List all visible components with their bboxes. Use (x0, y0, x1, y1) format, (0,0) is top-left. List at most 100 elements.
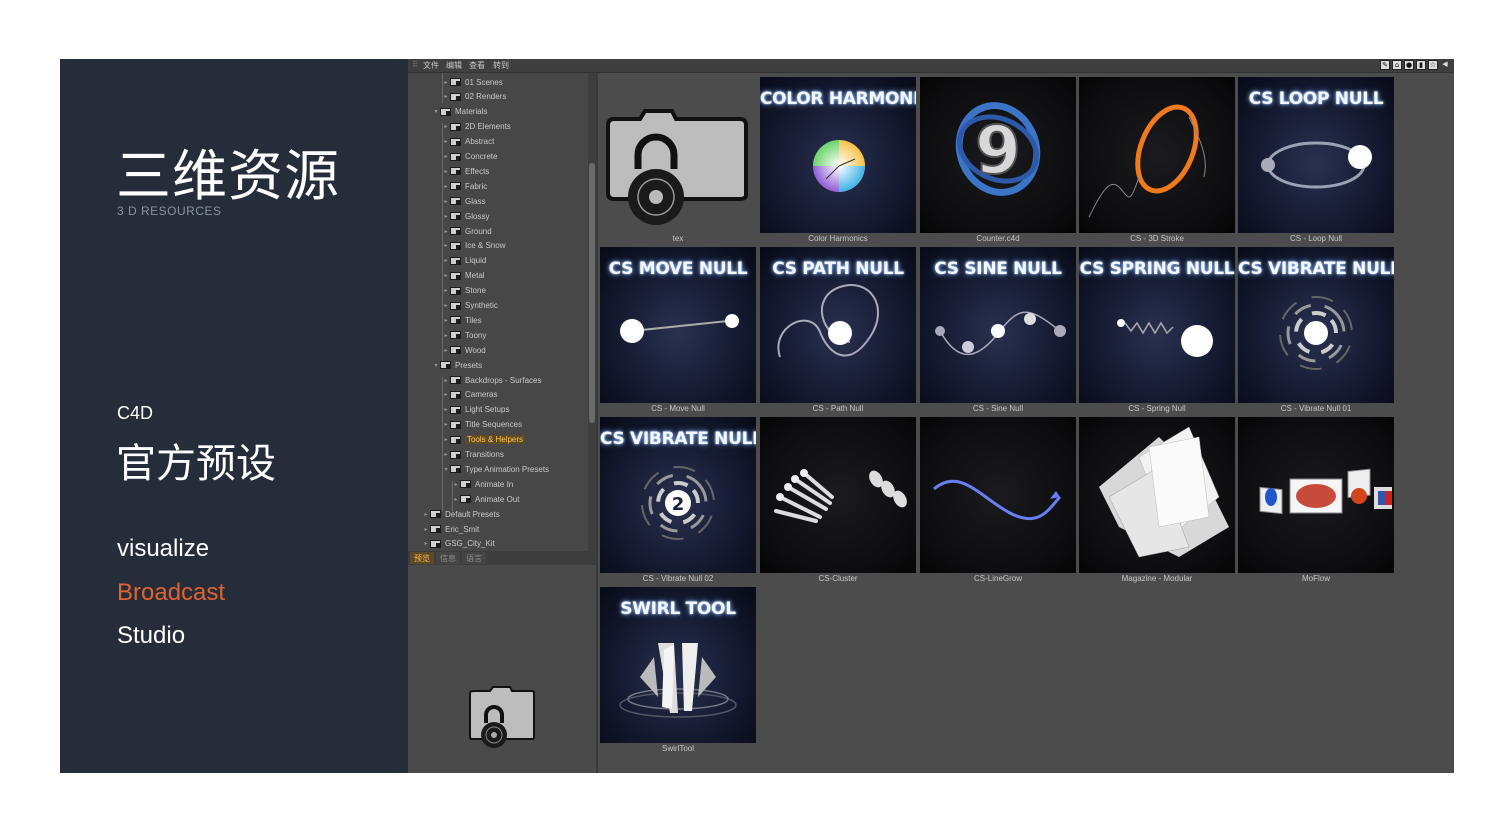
tree-item[interactable]: ▸ Default Presets (422, 507, 499, 521)
asset-thumbnail[interactable] (600, 77, 756, 233)
collapse-arrow-icon[interactable]: ▸ (442, 287, 450, 294)
asset-tile[interactable]: CS-Cluster (760, 417, 916, 587)
tree-item[interactable]: ▸ Light Setups (442, 403, 509, 417)
tree-item[interactable]: ▸ Abstract (442, 135, 494, 149)
collapse-arrow-icon[interactable]: ▸ (442, 272, 450, 279)
expand-arrow-icon[interactable]: ▾ (432, 108, 440, 115)
asset-thumbnail[interactable]: 9 (920, 77, 1076, 233)
tree-item[interactable]: ▸ Glass (442, 194, 485, 208)
edit-icon[interactable]: ✎ (1380, 60, 1390, 70)
tree-item[interactable]: ▸ Tools & Helpers (442, 433, 526, 447)
tab-info[interactable]: 信息 (436, 552, 460, 564)
tree-item[interactable]: ▸ Fabric (442, 179, 487, 193)
collapse-arrow-icon[interactable]: ▸ (442, 138, 450, 145)
tree-item[interactable]: ▸ Ground (442, 224, 491, 238)
asset-thumbnail[interactable]: 2 CS VIBRATE NULL (600, 417, 756, 573)
collapse-arrow-icon[interactable]: ▸ (442, 93, 450, 100)
menu-file[interactable]: 文件 (423, 60, 439, 71)
asset-tile[interactable]: SWIRL TOOL SwirlTool (600, 587, 756, 757)
collapse-arrow-icon[interactable]: ▸ (442, 451, 450, 458)
asset-thumbnail[interactable]: CS LOOP NULL (1238, 77, 1394, 233)
tab-language[interactable]: 语言 (462, 552, 486, 564)
asset-thumbnail[interactable]: CS PATH NULL (760, 247, 916, 403)
tree-item[interactable]: ▸ Concrete (442, 150, 497, 164)
tree-item[interactable]: ▸ Metal (442, 269, 484, 283)
tree-item[interactable]: ▾ Type Animation Presets (442, 462, 549, 476)
tree-item[interactable]: ▸ Stone (442, 284, 485, 298)
collapse-arrow-icon[interactable]: ▸ (442, 183, 450, 190)
collapse-arrow-icon[interactable]: ▸ (442, 436, 450, 443)
collapse-arrow-icon[interactable]: ▸ (442, 228, 450, 235)
asset-thumbnail[interactable]: CS SINE NULL (920, 247, 1076, 403)
collapse-arrow-icon[interactable]: ▸ (442, 347, 450, 354)
asset-tile[interactable]: CS-LineGrow (920, 417, 1076, 587)
tree-item[interactable]: ▸ GSG_City_Kit (422, 537, 494, 551)
menu-view[interactable]: 查看 (469, 60, 485, 71)
collapse-arrow-icon[interactable]: ▸ (442, 332, 450, 339)
tree-item[interactable]: ▸ Backdrops - Surfaces (442, 373, 541, 387)
asset-thumbnail[interactable]: COLOR HARMONICS (760, 77, 916, 233)
asset-tile[interactable]: MoFlow (1238, 417, 1394, 587)
menu-edit[interactable]: 编辑 (446, 60, 462, 71)
collapse-arrow-icon[interactable]: ▸ (452, 496, 460, 503)
tree-item[interactable]: ▸ Transitions (442, 448, 503, 462)
collapse-arrow-icon[interactable]: ▸ (442, 406, 450, 413)
home-icon[interactable]: ⌂ (1392, 60, 1402, 70)
collapse-arrow-icon[interactable]: ▸ (442, 421, 450, 428)
tree-item[interactable]: ▾ Presets (432, 358, 482, 372)
expand-arrow-icon[interactable]: ▾ (442, 466, 450, 473)
asset-tile[interactable]: CS VIBRATE NULL CS - Vibrate Null 01 (1238, 247, 1394, 417)
tree-item[interactable]: ▸ Cameras (442, 388, 497, 402)
tree-scrollbar[interactable] (588, 73, 596, 551)
collapse-arrow-icon[interactable]: ▸ (442, 391, 450, 398)
favorite-icon[interactable]: ● (1404, 60, 1414, 70)
menu-goto[interactable]: 转到 (493, 60, 509, 71)
back-icon[interactable]: ◀ (1440, 60, 1450, 70)
tree-item[interactable]: ▸ Eric_Smit (422, 522, 479, 536)
collapse-arrow-icon[interactable]: ▸ (442, 242, 450, 249)
collapse-arrow-icon[interactable]: ▸ (442, 153, 450, 160)
expand-arrow-icon[interactable]: ▾ (432, 362, 440, 369)
asset-thumbnail[interactable] (1079, 77, 1235, 233)
tree-item[interactable]: ▸ Synthetic (442, 299, 497, 313)
asset-tile[interactable]: CS PATH NULL CS - Path Null (760, 247, 916, 417)
asset-tile[interactable]: tex (600, 77, 756, 247)
asset-tile[interactable]: 9 Counter.c4d (920, 77, 1076, 247)
tab-preview[interactable]: 预览 (410, 552, 434, 564)
tree-item[interactable]: ▸ 2D Elements (442, 120, 510, 134)
asset-thumbnail[interactable]: CS SPRING NULL (1079, 247, 1235, 403)
collapse-arrow-icon[interactable]: ▸ (442, 79, 450, 86)
tree-item[interactable]: ▸ Title Sequences (442, 418, 522, 432)
asset-tile[interactable]: CS SPRING NULL CS - Spring Null (1079, 247, 1235, 417)
collapse-arrow-icon[interactable]: ▸ (422, 511, 430, 518)
collapse-arrow-icon[interactable]: ▸ (422, 540, 430, 547)
collapse-arrow-icon[interactable]: ▸ (442, 168, 450, 175)
menu-item-studio[interactable]: Studio (117, 622, 185, 650)
asset-tile[interactable]: CS - 3D Stroke (1079, 77, 1235, 247)
panel-divider[interactable] (596, 73, 598, 773)
collapse-arrow-icon[interactable]: ▸ (452, 481, 460, 488)
asset-tile[interactable]: CS MOVE NULL CS - Move Null (600, 247, 756, 417)
tree-item[interactable]: ▸ Glossy (442, 209, 489, 223)
tree-item[interactable]: ▸ Effects (442, 164, 489, 178)
tree-item[interactable]: ▸ Animate Out (452, 492, 519, 506)
collapse-arrow-icon[interactable]: ▸ (442, 302, 450, 309)
asset-tile[interactable]: COLOR HARMONICS Color Harmonics (760, 77, 916, 247)
tree-item[interactable]: ▸ Tiles (442, 313, 481, 327)
tree-item[interactable]: ▸ 02 Renders (442, 90, 506, 104)
asset-thumbnail[interactable] (760, 417, 916, 573)
tree-item[interactable]: ▾ Materials (432, 105, 487, 119)
tree-item[interactable]: ▸ 01 Scenes (442, 75, 502, 89)
collapse-arrow-icon[interactable]: ▸ (422, 526, 430, 533)
menu-item-visualize[interactable]: visualize (117, 535, 209, 563)
asset-thumbnail[interactable]: CS MOVE NULL (600, 247, 756, 403)
collapse-arrow-icon[interactable]: ▸ (442, 317, 450, 324)
tree-item[interactable]: ▸ Toony (442, 328, 486, 342)
asset-thumbnail[interactable]: SWIRL TOOL (600, 587, 756, 743)
asset-tile[interactable]: CS SINE NULL CS - Sine Null (920, 247, 1076, 417)
collapse-arrow-icon[interactable]: ▸ (442, 377, 450, 384)
menu-item-broadcast[interactable]: Broadcast (117, 579, 225, 607)
asset-thumbnail[interactable] (1238, 417, 1394, 573)
book-icon[interactable]: ▮ (1416, 60, 1426, 70)
collapse-arrow-icon[interactable]: ▸ (442, 213, 450, 220)
